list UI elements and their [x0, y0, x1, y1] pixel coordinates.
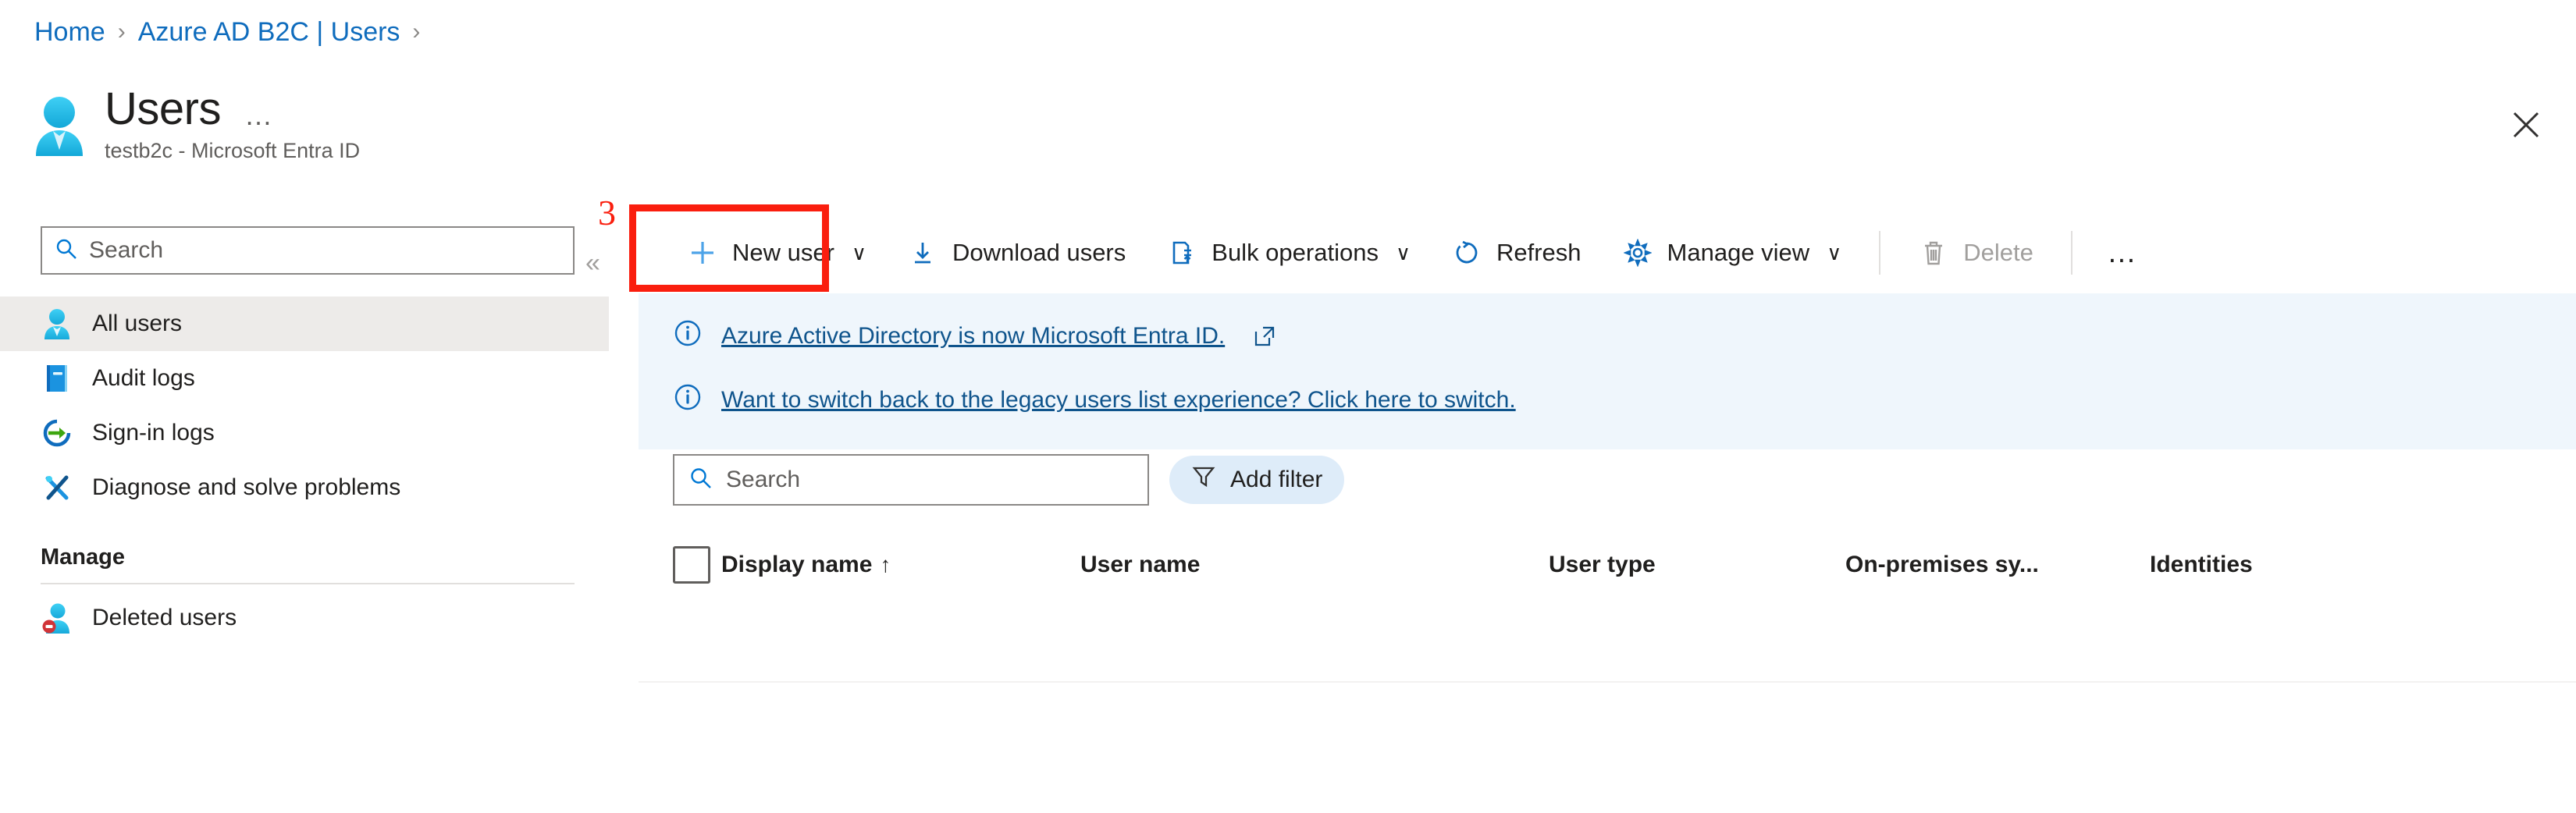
user-avatar-icon: [31, 95, 87, 156]
info-banners: Azure Active Directory is now Microsoft …: [639, 293, 2576, 449]
banner-entra-rename: Azure Active Directory is now Microsoft …: [639, 304, 2576, 368]
command-separator: [1879, 231, 1881, 275]
select-all-checkbox[interactable]: [673, 546, 710, 584]
sidebar-divider: [41, 583, 575, 584]
banner-legacy-switch: Want to switch back to the legacy users …: [639, 368, 2576, 432]
breadcrumb-item-azure-ad-b2c-users[interactable]: Azure AD B2C | Users: [138, 19, 400, 45]
sidebar-search-input[interactable]: Search: [41, 226, 575, 275]
search-icon: [688, 466, 713, 495]
table-search-placeholder: Search: [726, 467, 801, 492]
column-header-on-premises-sync[interactable]: On-premises sy...: [1845, 552, 2150, 578]
azure-portal-users-page: Home › Azure AD B2C | Users › Users … te…: [0, 0, 2576, 813]
sidebar: Search All users Audit logs Sign-in logs…: [0, 226, 609, 645]
column-header-user-name[interactable]: User name: [1080, 552, 1549, 578]
page-title: Users: [105, 83, 221, 134]
main-content: New user ∨ Download users Bulk operation…: [639, 212, 2576, 813]
page-subtitle: testb2c - Microsoft Entra ID: [105, 139, 361, 163]
new-user-label: New user: [732, 239, 834, 266]
delete-label: Delete: [1963, 239, 2033, 266]
sidebar-item-deleted-users[interactable]: Deleted users: [0, 591, 609, 645]
add-filter-label: Add filter: [1230, 467, 1323, 492]
column-header-label: Display name: [721, 552, 873, 577]
sidebar-item-diagnose-and-solve-problems[interactable]: Diagnose and solve problems: [0, 460, 609, 515]
chevron-down-icon: ∨: [1395, 240, 1411, 264]
sidebar-search-wrapper: Search: [0, 226, 609, 275]
gear-icon: [1622, 237, 1653, 268]
bulk-operations-icon: [1166, 237, 1197, 268]
table-header: Display name ↑ User name User type On-pr…: [639, 527, 2576, 602]
user-icon: [41, 307, 73, 340]
column-header-label: On-premises sy...: [1845, 552, 2039, 577]
chevron-down-icon: ∨: [1827, 240, 1842, 264]
trash-icon: [1918, 237, 1949, 268]
more-commands-button[interactable]: …: [2090, 238, 2157, 268]
sidebar-item-label: Deleted users: [92, 605, 237, 630]
filter-icon: [1191, 464, 1216, 495]
filter-row: Search Add filter: [639, 454, 2576, 506]
breadcrumb-separator-icon: ›: [117, 19, 126, 44]
column-header-label: User type: [1549, 552, 1656, 577]
column-header-display-name[interactable]: Display name ↑: [721, 552, 1080, 578]
delete-button: Delete: [1898, 222, 2054, 284]
manage-view-label: Manage view: [1667, 239, 1810, 266]
sidebar-item-label: Diagnose and solve problems: [92, 474, 401, 500]
bulk-operations-button[interactable]: Bulk operations ∨: [1146, 222, 1431, 284]
column-header-identities[interactable]: Identities: [2150, 552, 2253, 578]
sidebar-search-placeholder: Search: [89, 237, 164, 263]
table-search-input[interactable]: Search: [673, 454, 1149, 506]
refresh-label: Refresh: [1496, 239, 1582, 266]
breadcrumb: Home › Azure AD B2C | Users ›: [34, 19, 420, 45]
banner-legacy-switch-link[interactable]: Want to switch back to the legacy users …: [721, 387, 1516, 414]
manage-view-button[interactable]: Manage view ∨: [1602, 222, 1863, 284]
download-users-label: Download users: [952, 239, 1126, 266]
info-icon: [673, 318, 703, 354]
chevron-down-icon: ∨: [851, 240, 866, 264]
deleted-user-icon: [41, 602, 73, 634]
column-header-label: User name: [1080, 552, 1201, 577]
sidebar-collapse-button[interactable]: «: [585, 248, 600, 279]
refresh-icon: [1451, 237, 1482, 268]
sidebar-item-all-users[interactable]: All users: [0, 296, 609, 351]
command-separator-2: [2070, 231, 2073, 275]
sign-in-icon: [41, 417, 73, 449]
info-icon: [673, 382, 703, 418]
download-icon: [907, 237, 938, 268]
select-all-checkbox-cell: [673, 546, 721, 584]
sidebar-item-audit-logs[interactable]: Audit logs: [0, 351, 609, 406]
sidebar-item-label: Sign-in logs: [92, 420, 215, 446]
sidebar-item-label: Audit logs: [92, 365, 195, 391]
sidebar-group-label-manage: Manage: [41, 545, 125, 570]
search-icon: [55, 237, 78, 264]
sort-ascending-icon: ↑: [880, 552, 891, 577]
new-user-button[interactable]: New user ∨: [667, 222, 887, 284]
tools-icon: [41, 471, 73, 504]
table-header-divider: [639, 681, 2576, 683]
bulk-operations-label: Bulk operations: [1212, 239, 1379, 266]
sidebar-nav-list: All users Audit logs Sign-in logs Diagno…: [0, 296, 609, 645]
breadcrumb-item-home[interactable]: Home: [34, 19, 105, 45]
page-title-more-button[interactable]: …: [244, 99, 275, 132]
annotation-step-number: 3: [598, 193, 616, 233]
column-header-user-type[interactable]: User type: [1549, 552, 1845, 578]
plus-icon: [687, 237, 718, 268]
close-icon[interactable]: [2504, 103, 2548, 147]
sidebar-item-label: All users: [92, 311, 183, 336]
sidebar-item-sign-in-logs[interactable]: Sign-in logs: [0, 406, 609, 460]
column-header-label: Identities: [2150, 552, 2253, 577]
command-bar: New user ∨ Download users Bulk operation…: [639, 212, 2576, 293]
download-users-button[interactable]: Download users: [887, 222, 1146, 284]
banner-entra-rename-link[interactable]: Azure Active Directory is now Microsoft …: [721, 323, 1225, 350]
breadcrumb-separator-icon-2: ›: [412, 19, 421, 44]
refresh-button[interactable]: Refresh: [1431, 222, 1602, 284]
add-filter-button[interactable]: Add filter: [1169, 456, 1345, 504]
book-icon: [41, 362, 73, 395]
external-link-icon[interactable]: [1253, 325, 1276, 348]
page-header: Users … testb2c - Microsoft Entra ID: [31, 86, 360, 163]
